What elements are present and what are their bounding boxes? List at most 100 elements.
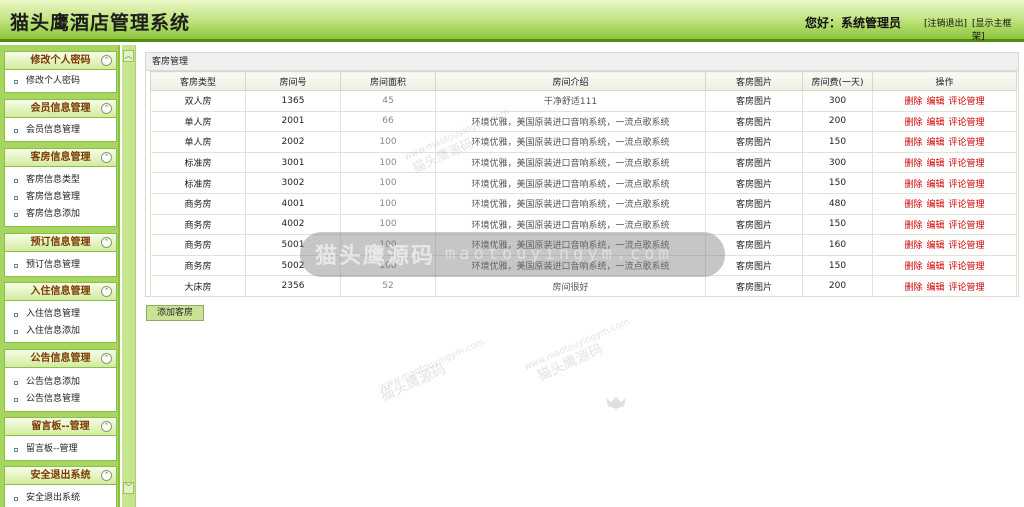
delete-link[interactable]: 删除 (904, 138, 922, 148)
collapse-icon[interactable]: ⌃ (101, 470, 112, 481)
table-row: 标准房 3002 100 环境优雅，美国原装进口音响系统，一流点歌系统 客房图片 150 删… (150, 172, 1017, 194)
delete-link[interactable]: 删除 (904, 241, 922, 251)
sidebar-section-checkin[interactable]: 入住信息管理 ⌃ (4, 282, 117, 301)
sidebar-item-checkin-manage[interactable]: 入住信息管理 (5, 306, 116, 323)
sidebar-section-messages[interactable]: 留言板--管理 ⌃ (4, 417, 117, 436)
review-manage-link[interactable]: 评论管理 (949, 221, 985, 231)
room-type-cell: 商务房 (150, 254, 246, 277)
edit-link[interactable]: 编辑 (926, 221, 944, 231)
bullet-icon (14, 80, 18, 84)
row-actions-cell: 删除 编辑 评论管理 (872, 254, 1017, 277)
sidebar-item-booking-manage[interactable]: 预订信息管理 (5, 257, 116, 274)
delete-link[interactable]: 删除 (904, 159, 922, 169)
sidebar-scrollbar[interactable]: ︿ ﹀ (122, 45, 136, 507)
scroll-up-icon[interactable]: ︿ (123, 50, 134, 62)
review-manage-link[interactable]: 评论管理 (949, 159, 985, 169)
sidebar-section-title: 留言板--管理 (31, 421, 90, 432)
sidebar-item-room-types[interactable]: 客房信息类型 (5, 172, 116, 189)
review-manage-link[interactable]: 评论管理 (949, 200, 985, 210)
edit-link[interactable]: 编辑 (926, 138, 944, 148)
room-fee-cell: 200 (802, 275, 873, 297)
sidebar-section-title: 公告信息管理 (30, 353, 91, 364)
watermark-small-brand: 猫头鹰源码 (378, 361, 449, 405)
table-row: 商务房 4001 100 环境优雅，美国原装进口音响系统，一流点歌系统 客房图片 480 删… (150, 192, 1017, 215)
sidebar-item-member-manage[interactable]: 会员信息管理 (5, 122, 116, 139)
delete-link[interactable]: 删除 (904, 180, 922, 190)
delete-link[interactable]: 删除 (904, 118, 922, 128)
review-manage-link[interactable]: 评论管理 (949, 138, 985, 148)
room-image-cell: 客房图片 (705, 90, 803, 112)
show-mainframe-link[interactable]: [显示主框架] (972, 16, 1024, 42)
sidebar-section-rooms[interactable]: 客房信息管理 ⌃ (4, 148, 117, 167)
sidebar-section-notices[interactable]: 公告信息管理 ⌃ (4, 349, 117, 368)
room-fee-cell: 300 (802, 151, 873, 174)
room-number-cell: 3001 (245, 151, 341, 174)
sidebar-section-logout[interactable]: 安全退出系统 ⌃ (4, 466, 117, 485)
room-fee-cell: 150 (802, 254, 873, 277)
column-header: 客房图片 (705, 71, 803, 91)
sidebar-section-bookings[interactable]: 预订信息管理 ⌃ (4, 233, 117, 252)
delete-link[interactable]: 删除 (904, 262, 922, 272)
row-actions-cell: 删除 编辑 评论管理 (872, 192, 1017, 215)
review-manage-link[interactable]: 评论管理 (949, 241, 985, 251)
row-actions-cell: 删除 编辑 评论管理 (872, 131, 1017, 153)
column-header: 房间介绍 (435, 71, 706, 91)
collapse-icon[interactable]: ⌃ (101, 421, 112, 432)
edit-link[interactable]: 编辑 (926, 118, 944, 128)
room-number-cell: 1365 (245, 90, 341, 112)
delete-link[interactable]: 删除 (904, 97, 922, 107)
collapse-icon[interactable]: ⌃ (101, 353, 112, 364)
edit-link[interactable]: 编辑 (926, 180, 944, 190)
delete-link[interactable]: 删除 (904, 283, 922, 293)
collapse-icon[interactable]: ⌃ (101, 103, 112, 114)
room-type-cell: 双人房 (150, 90, 246, 112)
collapse-icon[interactable]: ⌃ (101, 55, 112, 66)
sidebar-section-title: 会员信息管理 (30, 103, 91, 114)
review-manage-link[interactable]: 评论管理 (949, 283, 985, 293)
sidebar-item-message-manage[interactable]: 留言板--管理 (5, 441, 116, 458)
sidebar-section-body: 入住信息管理 入住信息添加 (4, 301, 117, 343)
scroll-down-icon[interactable]: ﹀ (123, 482, 134, 494)
room-fee-cell: 150 (802, 213, 873, 236)
collapse-icon[interactable]: ⌃ (101, 152, 112, 163)
sidebar-item-safe-logout[interactable]: 安全退出系统 (5, 490, 116, 507)
room-type-cell: 商务房 (150, 213, 246, 236)
sidebar-item-room-add[interactable]: 客房信息添加 (5, 206, 116, 223)
row-actions-cell: 删除 编辑 评论管理 (872, 275, 1017, 297)
watermark-brand: 猫头鹰源码 (315, 244, 436, 269)
edit-link[interactable]: 编辑 (926, 97, 944, 107)
review-manage-link[interactable]: 评论管理 (949, 180, 985, 190)
collapse-icon[interactable]: ⌃ (101, 286, 112, 297)
edit-link[interactable]: 编辑 (926, 200, 944, 210)
sidebar-section-body: 公告信息添加 公告信息管理 (4, 368, 117, 412)
edit-link[interactable]: 编辑 (926, 262, 944, 272)
edit-link[interactable]: 编辑 (926, 241, 944, 251)
add-room-button[interactable]: 添加客房 (146, 305, 204, 321)
edit-link[interactable]: 编辑 (926, 159, 944, 169)
room-intro-cell: 干净舒适111 (435, 90, 706, 112)
room-image-cell: 客房图片 (705, 172, 803, 194)
review-manage-link[interactable]: 评论管理 (949, 97, 985, 107)
sidebar-section-password[interactable]: 修改个人密码 ⌃ (4, 51, 117, 70)
room-type-cell: 标准房 (150, 172, 246, 194)
bullet-icon (14, 497, 18, 501)
logout-link[interactable]: [注销退出] (924, 16, 967, 29)
delete-link[interactable]: 删除 (904, 221, 922, 231)
sidebar-section-body: 预订信息管理 (4, 252, 117, 277)
sidebar-item-notice-manage[interactable]: 公告信息管理 (5, 391, 116, 408)
collapse-icon[interactable]: ⌃ (101, 237, 112, 248)
sidebar-item-notice-add[interactable]: 公告信息添加 (5, 374, 116, 391)
review-manage-link[interactable]: 评论管理 (949, 118, 985, 128)
review-manage-link[interactable]: 评论管理 (949, 262, 985, 272)
header-bar: 猫头鹰酒店管理系统 您好：系统管理员 [注销退出] [显示主框架] (0, 0, 1024, 42)
sidebar-item-change-password[interactable]: 修改个人密码 (5, 73, 116, 90)
room-image-cell: 客房图片 (705, 192, 803, 215)
sidebar-item-room-manage[interactable]: 客房信息管理 (5, 189, 116, 206)
edit-link[interactable]: 编辑 (926, 283, 944, 293)
bullet-icon (14, 381, 18, 385)
delete-link[interactable]: 删除 (904, 200, 922, 210)
table-row: 单人房 2002 100 环境优雅，美国原装进口音响系统，一流点歌系统 客房图片 150 删… (150, 131, 1017, 153)
sidebar-section-members[interactable]: 会员信息管理 ⌃ (4, 99, 117, 118)
room-type-cell: 标准房 (150, 151, 246, 174)
sidebar-item-checkin-add[interactable]: 入住信息添加 (5, 323, 116, 340)
